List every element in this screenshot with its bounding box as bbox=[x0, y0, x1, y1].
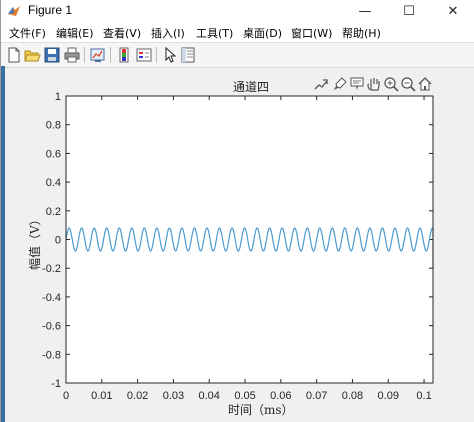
y-tick-label: -0.2 bbox=[42, 263, 61, 275]
y-tick-label: 0.2 bbox=[46, 206, 61, 218]
x-tick-label: 0.09 bbox=[378, 390, 399, 402]
y-tick-label: 0.8 bbox=[46, 120, 61, 132]
y-tick-label: -0.6 bbox=[42, 321, 61, 333]
y-tick-label: 0.4 bbox=[46, 177, 61, 189]
y-axis-label: 幅值（V） bbox=[27, 213, 42, 270]
y-tick-label: -0.4 bbox=[42, 292, 61, 304]
y-tick-label: -0.8 bbox=[42, 349, 61, 361]
plot-canvas: 1 0.8 0.6 0.4 0.2 0 -0.2 -0.4 -0.6 -0.8 -1 0 0.01 0.… bbox=[27, 91, 434, 417]
x-tick-label: 0.02 bbox=[127, 390, 148, 402]
axes-background bbox=[66, 96, 433, 383]
x-tick-label: 0 bbox=[63, 390, 69, 402]
x-axis-label: 时间（ms） bbox=[228, 403, 294, 417]
figure-window: Figure 1 — ☐ ✕ 文件(F) 编辑(E) 查看(V) 插入(I) 工… bbox=[0, 0, 474, 422]
x-tick-label: 0.1 bbox=[416, 390, 431, 402]
y-tick-label: -1 bbox=[51, 378, 61, 390]
x-tick-label: 0.08 bbox=[342, 390, 363, 402]
y-tick-label: 0 bbox=[55, 235, 61, 247]
x-tick-label: 0.05 bbox=[234, 390, 255, 402]
x-tick-label: 0.04 bbox=[199, 390, 220, 402]
x-tick-label: 0.06 bbox=[270, 390, 291, 402]
x-tick-label: 0.07 bbox=[306, 390, 327, 402]
x-tick-label: 0.03 bbox=[163, 390, 184, 402]
x-tick-label: 0.01 bbox=[91, 390, 112, 402]
y-tick-label: 1 bbox=[55, 91, 61, 103]
y-tick-label: 0.6 bbox=[46, 148, 61, 160]
